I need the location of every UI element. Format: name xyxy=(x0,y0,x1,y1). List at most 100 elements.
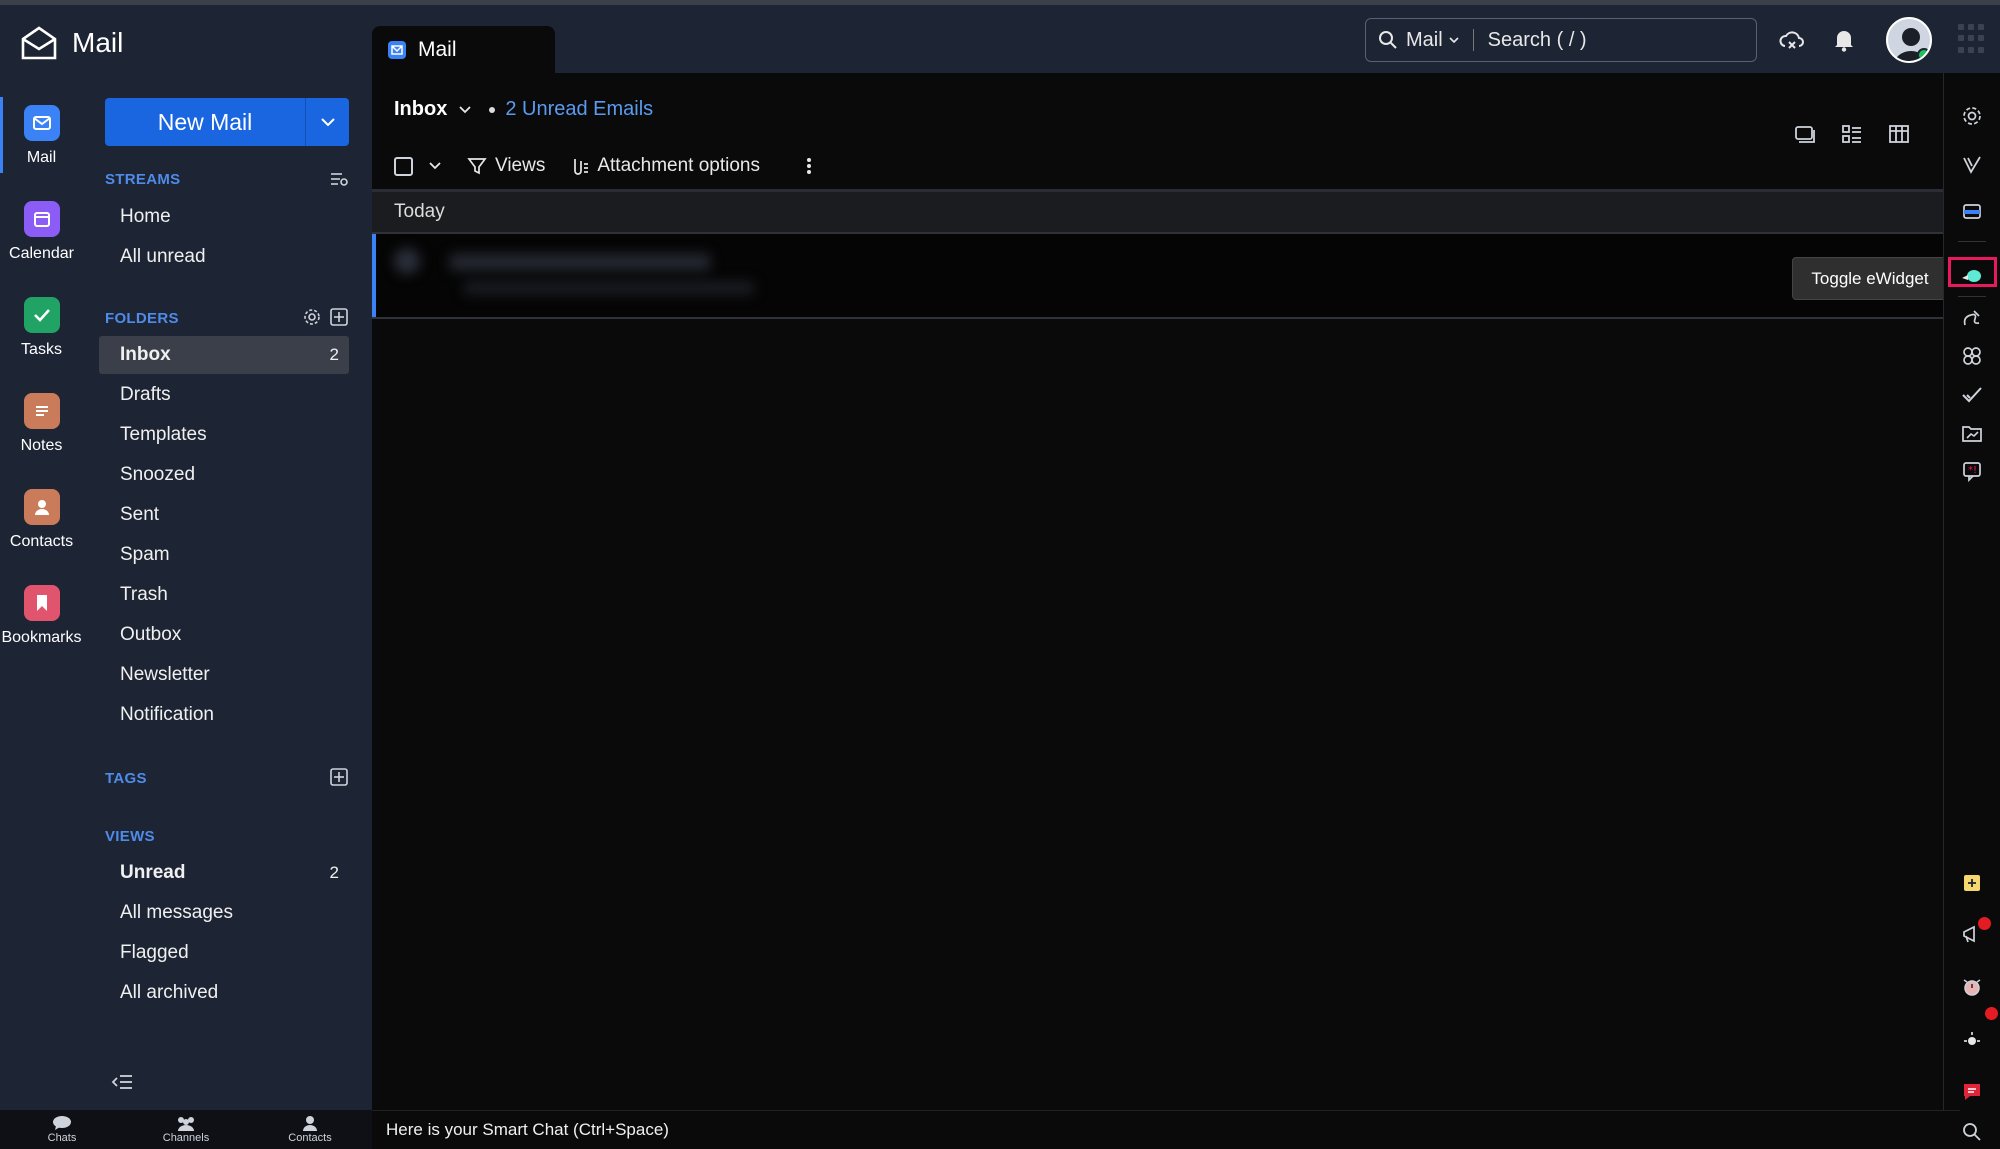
channels-icon xyxy=(178,1117,194,1131)
views-button[interactable]: Views xyxy=(467,155,545,177)
settings-icon[interactable] xyxy=(1959,103,1985,129)
folder-snoozed[interactable]: Snoozed xyxy=(99,456,349,494)
brand[interactable]: Mail xyxy=(20,25,123,61)
app-mail[interactable]: Mail xyxy=(0,97,83,173)
mail-icon xyxy=(23,105,60,141)
svg-text:*!: *! xyxy=(1968,465,1977,476)
online-status-dot xyxy=(1917,48,1930,61)
app-switcher: Mail Calendar Tasks Notes Contacts Bookm… xyxy=(0,73,83,1149)
search-icon[interactable] xyxy=(1959,1119,1985,1145)
folder-spam[interactable]: Spam xyxy=(99,536,349,574)
search-scope-select[interactable]: Mail xyxy=(1406,29,1459,52)
add-folder-icon[interactable] xyxy=(329,307,349,327)
views-heading: VIEWS xyxy=(105,828,155,845)
smart-chat-bar[interactable]: Here is your Smart Chat (Ctrl+Space) xyxy=(372,1110,1960,1149)
bell-icon[interactable] xyxy=(1830,26,1858,54)
attachment-options-button[interactable]: Attachment options xyxy=(569,155,760,177)
folder-sent[interactable]: Sent xyxy=(99,496,349,534)
stream-home[interactable]: Home xyxy=(99,198,349,236)
tasks-icon xyxy=(23,297,60,333)
right-toolbar: *! xyxy=(1943,73,2000,1149)
vault-icon[interactable] xyxy=(1959,152,1985,178)
view-flagged[interactable]: Flagged xyxy=(99,934,349,972)
brand-name: Mail xyxy=(72,27,124,58)
folder-inbox[interactable]: Inbox 2 xyxy=(99,336,349,374)
folder-title[interactable]: Inbox xyxy=(394,98,447,121)
sticky-note-icon[interactable] xyxy=(1959,870,1985,896)
wallet-icon[interactable] xyxy=(1959,198,1985,224)
more-options-icon[interactable] xyxy=(806,156,812,176)
unread-count: 2 xyxy=(329,863,339,882)
folder-trash[interactable]: Trash xyxy=(99,576,349,614)
folder-templates[interactable]: Templates xyxy=(99,416,349,454)
nav-channels[interactable]: Channels xyxy=(124,1110,248,1149)
chevron-down-icon[interactable] xyxy=(459,105,471,114)
stream-all-unread[interactable]: All unread xyxy=(99,238,349,276)
chevron-down-icon xyxy=(320,118,335,126)
unread-summary-link[interactable]: 2 Unread Emails xyxy=(505,98,653,121)
view-all-messages[interactable]: All messages xyxy=(99,894,349,932)
tab-mail[interactable]: Mail xyxy=(372,26,555,74)
signature-icon[interactable] xyxy=(1959,305,1985,331)
conversation-view-icon[interactable] xyxy=(1792,121,1818,147)
search-icon xyxy=(1379,31,1397,49)
search-box[interactable]: Mail Search ( / ) xyxy=(1365,18,1757,62)
mail-app: Mail Mail Mail Search ( / ) Mail Calenda… xyxy=(0,0,2000,1149)
stream-settings-icon[interactable] xyxy=(329,169,349,189)
select-all-checkbox[interactable] xyxy=(394,156,413,176)
calendar-icon xyxy=(23,201,60,237)
app-bookmarks[interactable]: Bookmarks xyxy=(0,585,83,647)
check-icon[interactable] xyxy=(1959,381,1985,407)
new-mail-button[interactable]: New Mail xyxy=(105,98,349,146)
cloud-sync-icon[interactable] xyxy=(1778,26,1806,54)
app-notes[interactable]: Notes xyxy=(0,393,83,455)
view-unread[interactable]: Unread 2 xyxy=(99,854,349,892)
whats-new-icon[interactable] xyxy=(1959,1027,1985,1053)
nav-chats[interactable]: Chats xyxy=(0,1110,124,1149)
mail-logo-icon xyxy=(21,26,57,60)
collapse-sidebar-icon[interactable] xyxy=(111,1073,133,1096)
contacts-icon xyxy=(23,489,60,525)
mail-list-item[interactable] xyxy=(372,234,1943,317)
notification-dot xyxy=(1985,1007,1998,1020)
folder-newsletter[interactable]: Newsletter xyxy=(99,656,349,694)
folder-settings-icon[interactable] xyxy=(302,307,322,327)
new-mail-options[interactable] xyxy=(306,118,349,126)
folder-drafts[interactable]: Drafts xyxy=(99,376,349,414)
folders-heading: FOLDERS xyxy=(105,310,179,327)
notes-icon xyxy=(23,393,60,429)
folder-analytics-icon[interactable] xyxy=(1959,420,1985,446)
integrations-icon[interactable] xyxy=(1959,343,1985,369)
list-view-icon[interactable] xyxy=(1839,121,1865,147)
blurred-mail-content xyxy=(394,244,794,306)
chevron-down-icon xyxy=(1449,37,1459,43)
chevron-down-icon[interactable] xyxy=(429,162,441,170)
tags-heading: TAGS xyxy=(105,770,147,787)
add-tag-icon[interactable] xyxy=(329,767,349,787)
folder-sidebar: New Mail STREAMS Home All unread FOLDERS… xyxy=(83,73,372,1110)
avatar[interactable] xyxy=(1886,17,1932,63)
nav-contacts[interactable]: Contacts xyxy=(248,1110,372,1149)
view-all-archived[interactable]: All archived xyxy=(99,974,349,1012)
alarm-icon[interactable] xyxy=(1959,974,1985,1000)
separator-dot xyxy=(489,106,496,113)
app-contacts[interactable]: Contacts xyxy=(0,489,83,551)
column-view-icon[interactable] xyxy=(1886,121,1912,147)
toolbar-separator xyxy=(1958,241,1986,242)
bottom-nav: Chats Channels Contacts xyxy=(0,1110,372,1149)
list-toolbar: Views Attachment options xyxy=(394,155,812,177)
chat-icon xyxy=(53,1116,71,1130)
app-tasks[interactable]: Tasks xyxy=(0,297,83,359)
app-calendar[interactable]: Calendar xyxy=(0,201,83,263)
group-header-today: Today xyxy=(372,192,1943,232)
folder-notification[interactable]: Notification xyxy=(99,696,349,734)
folder-outbox[interactable]: Outbox xyxy=(99,616,349,654)
row-divider xyxy=(372,317,1943,319)
priority-icon[interactable]: *! xyxy=(1959,458,1985,484)
new-mail-label: New Mail xyxy=(157,108,253,135)
feedback-icon[interactable] xyxy=(1959,1079,1985,1105)
search-input[interactable]: Search ( / ) xyxy=(1488,29,1587,52)
tab-mail-label: Mail xyxy=(418,38,457,61)
list-header: Inbox 2 Unread Emails xyxy=(394,98,653,121)
app-grid-icon[interactable] xyxy=(1958,24,1988,54)
